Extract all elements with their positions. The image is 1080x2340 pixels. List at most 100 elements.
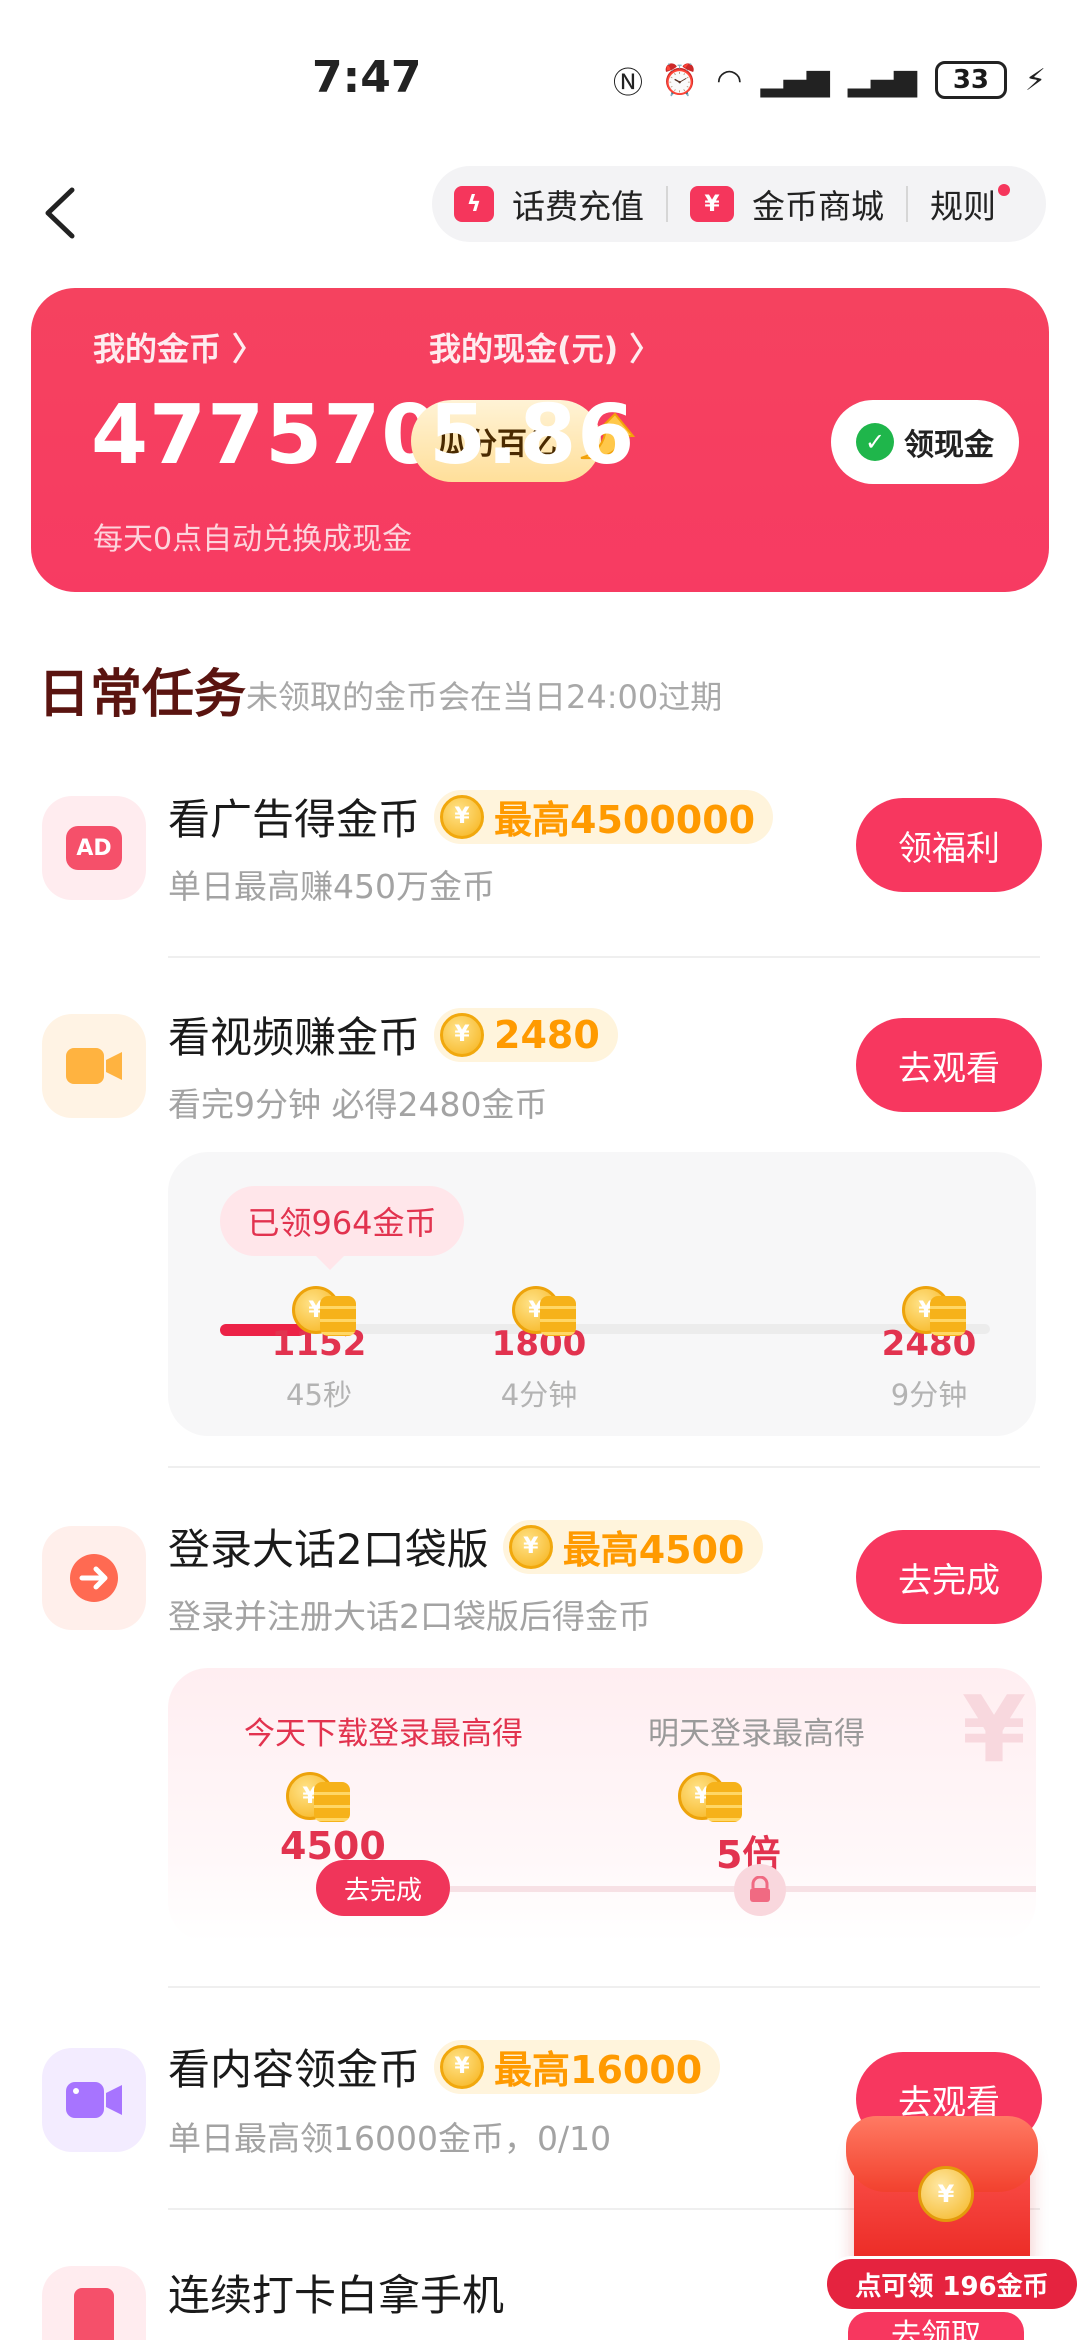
task-title-login: 登录大话2口袋版 ¥ 最高4500 — [168, 1516, 763, 1577]
login-task-icon — [42, 1526, 146, 1630]
coins-value: 477570 — [91, 388, 440, 483]
milestone-label: 4分钟 — [500, 1378, 578, 1412]
milestone-label: 45秒 — [286, 1378, 352, 1412]
coin-stack-icon — [320, 1296, 356, 1336]
claim-packet-button[interactable]: 去领取 — [848, 2312, 1024, 2340]
today-heading: 今天下载登录最高得 — [244, 1716, 523, 1752]
coin-stack-today: ¥ — [286, 1768, 406, 1828]
nfc-icon: Ⓝ — [612, 66, 643, 101]
coin-stack-icon — [540, 1296, 576, 1336]
task-title-text: 登录大话2口袋版 — [168, 1525, 489, 1574]
milestone-3: ¥ 2480 9分钟 — [864, 1282, 994, 1414]
task-title-text: 看内容领金币 — [168, 2045, 421, 2094]
divider — [168, 1466, 1040, 1468]
task-title-text: 看视频赚金币 — [168, 1013, 421, 1062]
video-camera-icon — [66, 1048, 122, 1084]
claimed-bubble: 已领964金币 — [220, 1186, 464, 1270]
reward-badge: ¥ 最高4500 — [502, 1519, 763, 1574]
nav-label: 规则 — [930, 187, 996, 226]
task-title-text: 看广告得金币 — [168, 795, 421, 844]
coin-icon: ¥ — [918, 2166, 974, 2222]
nav-rules[interactable]: 规则 — [930, 180, 1010, 228]
task-title-checkin: 连续打卡白拿手机 — [168, 2271, 505, 2320]
task-title-ads: 看广告得金币 ¥ 最高4500000 — [168, 786, 774, 847]
nav-label: 金币商城 — [752, 187, 884, 226]
my-coins-link[interactable]: 我的金币 〉 — [93, 324, 264, 370]
coin-icon: ¥ — [440, 794, 485, 839]
milestone-1: ¥ 1152 45秒 — [254, 1282, 384, 1414]
reward-badge: ¥ 最高16000 — [434, 2039, 721, 2094]
ad-task-icon: AD — [42, 796, 146, 900]
signal-icon-2: ▂▄▆ — [847, 62, 917, 98]
withdraw-cash-button[interactable]: ✓ 领现金 — [831, 400, 1019, 484]
notification-dot — [998, 184, 1010, 196]
panel-complete-button[interactable]: 去完成 — [316, 1860, 450, 1916]
exchange-note: 每天0点自动兑换成现金 — [93, 522, 413, 557]
lightning-icon: ϟ — [454, 186, 494, 222]
lock-icon — [734, 1864, 786, 1916]
section-title: 日常任务 — [38, 665, 247, 725]
withdraw-cash-label: 领现金 — [904, 428, 994, 463]
wallet-card: 我的金币 〉 477570 瓜分百亿 我的现金(元) 〉 5.86 ✓ 领现金 … — [31, 288, 1049, 592]
nav-coin-mall[interactable]: ¥ 金币商城 — [690, 180, 884, 228]
cash-value: 5.86 — [429, 388, 636, 483]
coin-stack-icon — [930, 1296, 966, 1336]
back-arrow-icon[interactable] — [34, 178, 94, 248]
status-icons: Ⓝ ⏰ ◠ ▂▄▆ ▂▄▆ 33 ⚡ — [613, 58, 1046, 102]
floating-red-packet[interactable]: ¥ 点可领 196金币 去领取 — [824, 2116, 1080, 2340]
content-task-icon — [42, 2048, 146, 2152]
divider — [666, 186, 668, 222]
reward-badge: ¥2480 — [434, 1007, 618, 1062]
yen-ticket-icon: ¥ — [690, 186, 734, 222]
coin-stack-tomorrow: ¥ — [678, 1768, 798, 1828]
my-cash-link[interactable]: 我的现金(元) 〉 — [429, 324, 661, 370]
reward-value: 2480 — [494, 1012, 600, 1057]
nav-phone-recharge[interactable]: ϟ 话费充值 — [454, 180, 644, 228]
status-time: 7:47 — [312, 52, 422, 103]
signal-icon: ▂▄▆ — [760, 62, 830, 98]
task-sub-ads: 单日最高赚450万金币 — [168, 867, 495, 906]
claim-welfare-button[interactable]: 领福利 — [856, 798, 1042, 892]
task-sub-login: 登录并注册大话2口袋版后得金币 — [168, 1597, 651, 1636]
reward-value: 最高16000 — [494, 2048, 703, 2092]
task-sub-content: 单日最高领16000金币，0/10 — [168, 2119, 612, 2158]
arrow-right-circle-icon — [70, 1554, 118, 1602]
coin-icon: ¥ — [440, 2044, 485, 2089]
divider — [168, 956, 1040, 958]
phone-icon — [74, 2288, 114, 2340]
milestone-2: ¥ 1800 4分钟 — [474, 1282, 604, 1414]
video-progress-panel: 已领964金币 ¥ 1152 45秒 ¥ 1800 4分钟 ¥ 2480 9分钟 — [168, 1152, 1036, 1436]
video-task-icon — [42, 1014, 146, 1118]
divider — [168, 1986, 1040, 1988]
video-content-icon — [66, 2082, 122, 2118]
top-nav: ϟ 话费充值 ¥ 金币商城 规则 — [0, 158, 1080, 278]
yen-watermark-icon: ¥ — [961, 1676, 1026, 1783]
task-title-video: 看视频赚金币 ¥2480 — [168, 1004, 618, 1065]
alarm-icon: ⏰ — [660, 62, 699, 98]
battery-icon: 33 — [934, 61, 1007, 99]
red-packet-label: 点可领 196金币 — [824, 2256, 1080, 2312]
watch-video-button[interactable]: 去观看 — [856, 1018, 1042, 1112]
wechat-icon: ✓ — [856, 423, 894, 461]
tomorrow-heading: 明天登录最高得 — [648, 1716, 865, 1752]
header-pill-bar: ϟ 话费充值 ¥ 金币商城 规则 — [432, 166, 1046, 242]
nav-label: 话费充值 — [512, 187, 644, 226]
task-title-content: 看内容领金币 ¥ 最高16000 — [168, 2036, 721, 2097]
coin-icon: ¥ — [508, 1524, 553, 1569]
task-sub-video: 看完9分钟 必得2480金币 — [168, 1085, 548, 1124]
wifi-icon: ◠ — [716, 62, 743, 98]
coin-stack-icon — [706, 1782, 742, 1822]
coin-icon: ¥ — [440, 1012, 485, 1057]
milestone-label: 9分钟 — [890, 1378, 968, 1412]
checkin-task-icon — [42, 2266, 146, 2340]
reward-value: 最高4500 — [562, 1528, 745, 1572]
divider — [906, 186, 908, 222]
section-note: 未领取的金币会在当日24:00过期 — [246, 678, 723, 716]
coin-stack-icon — [314, 1782, 350, 1822]
ad-icon: AD — [66, 826, 122, 870]
status-bar: 7:47 Ⓝ ⏰ ◠ ▂▄▆ ▂▄▆ 33 ⚡ — [0, 0, 1080, 150]
login-reward-panel: ¥ 今天下载登录最高得 明天登录最高得 ¥ 4500 ¥ 5倍 去完成 — [168, 1668, 1036, 1942]
reward-value: 最高4500000 — [494, 798, 756, 842]
complete-login-button[interactable]: 去完成 — [856, 1530, 1042, 1624]
charging-icon: ⚡ — [1024, 62, 1046, 98]
